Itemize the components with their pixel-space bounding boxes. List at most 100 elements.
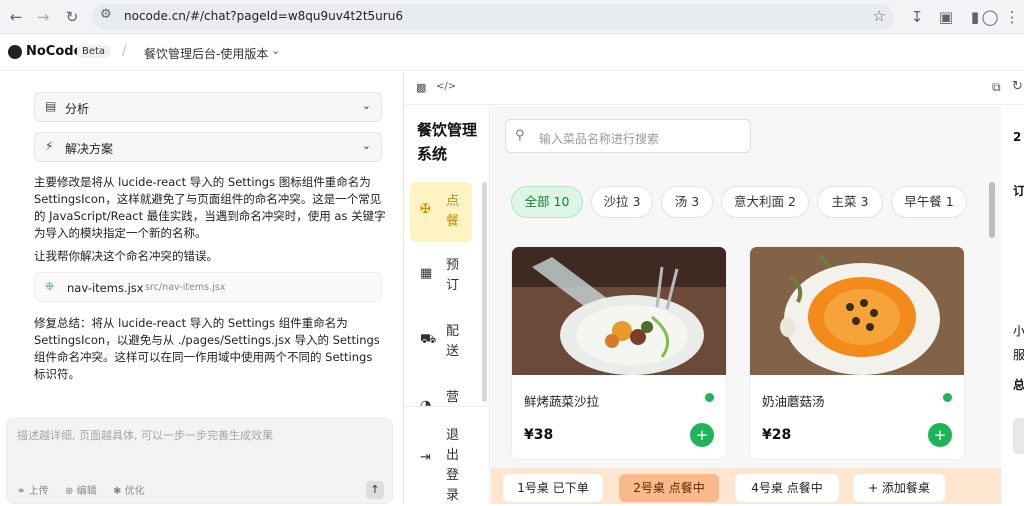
- file-path: src/nav-items.jsx: [145, 282, 226, 293]
- browser-toolbar: ← → ↻ ⚙ nocode.cn/#/chat?pageId=w8qu9uv4…: [0, 0, 1024, 34]
- send-button[interactable]: ↑: [366, 481, 384, 499]
- logout-icon: ⇥: [420, 450, 431, 465]
- nav-item-delivery[interactable]: ⛟ 配送: [410, 312, 472, 372]
- salad-photo: [512, 247, 726, 375]
- chevron-down-icon[interactable]: ⌄: [271, 44, 280, 57]
- reload-icon[interactable]: ↻: [62, 7, 82, 27]
- soup-photo: [750, 247, 964, 375]
- project-title[interactable]: 餐饮管理后台-使用版本: [144, 45, 268, 62]
- bookmark-star-icon[interactable]: ☆: [873, 7, 886, 25]
- dish-search-input[interactable]: ⚲ 输入菜品名称进行搜索: [505, 119, 751, 153]
- beta-badge: Beta: [77, 45, 111, 58]
- menu-icon[interactable]: ⋮: [1002, 7, 1022, 27]
- breadcrumb-separator: /: [122, 44, 127, 59]
- system-name: 餐饮管理系统: [417, 121, 478, 163]
- category-soup[interactable]: 汤 3: [661, 186, 713, 218]
- table-chip[interactable]: 1号桌 已下单: [503, 474, 603, 502]
- preview-toolbar: ▩ </> ⧉ ↻: [404, 72, 1024, 105]
- edit-button[interactable]: ⊕ 编辑: [65, 482, 97, 497]
- order-panel-text: 总: [1013, 378, 1024, 392]
- brand-name: NoCode: [26, 44, 83, 59]
- edit-label: 编辑: [76, 486, 97, 497]
- chat-composer[interactable]: 描述越详细, 页面越具体, 可以一步一步完善生成效果 ⚭ 上传 ⊕ 编辑 ✱ 优…: [6, 418, 393, 504]
- nocode-logo-icon: [8, 45, 22, 59]
- app-sidebar: 餐饮管理系统 ✠ 点餐 ▦ 预订 ⛟ 配送 ◔ 营业 ⇥ 退出登录: [404, 106, 490, 504]
- clipboard-icon: ▤: [45, 99, 57, 113]
- preview-mode-icon[interactable]: ▩: [416, 81, 426, 94]
- category-pasta[interactable]: 意大利面 2: [721, 186, 809, 218]
- code-mode-icon[interactable]: </>: [436, 81, 456, 92]
- back-icon[interactable]: ←: [6, 7, 26, 27]
- download-icon[interactable]: ↧: [907, 7, 927, 27]
- truck-icon: ⛟: [420, 332, 437, 347]
- calendar-icon: ▦: [420, 266, 433, 281]
- nav-label: 配送: [446, 324, 460, 359]
- category-salad[interactable]: 沙拉 3: [591, 186, 653, 218]
- refresh-icon[interactable]: ↻: [1012, 79, 1023, 94]
- file-gear-icon: ❉: [45, 280, 55, 293]
- zap-icon: ⚡: [45, 139, 54, 153]
- message-paragraph: 让我帮你解决这个命名冲突的错误。: [34, 249, 218, 263]
- order-panel-text: 小: [1013, 324, 1024, 338]
- table-chip[interactable]: 4号桌 点餐中: [735, 474, 839, 502]
- add-to-order-button[interactable]: +: [690, 423, 714, 447]
- upload-label: 上传: [28, 486, 49, 497]
- chevron-down-icon: ⌄: [361, 139, 371, 152]
- nav-item-business[interactable]: ◔ 营业: [410, 378, 472, 406]
- accordion-label: 解决方案: [65, 142, 114, 156]
- checkout-button-edge[interactable]: [1013, 418, 1024, 454]
- app-header: NoCode Beta / 餐饮管理后台-使用版本 ⌄: [0, 35, 1024, 71]
- file-name: nav-items.jsx: [67, 281, 144, 295]
- nav-label: 预订: [446, 258, 460, 293]
- preview-panel: ▩ </> ⧉ ↻ 餐饮管理系统 ✠ 点餐 ▦ 预订 ⛟ 配送 ◔ 营业 ⇥ 退…: [403, 72, 1024, 504]
- dish-card[interactable]: 奶油蘑菇汤 ¥28 +: [749, 246, 965, 460]
- upload-button[interactable]: ⚭ 上传: [17, 482, 49, 497]
- utensils-icon: ✠: [420, 202, 431, 217]
- category-all[interactable]: 全部 10: [511, 186, 583, 218]
- order-panel-edge: 2 订 小 服 总: [1001, 106, 1024, 504]
- logout-button[interactable]: ⇥ 退出登录: [410, 424, 472, 503]
- chart-icon: ◔: [420, 398, 432, 406]
- paperclip-icon: ⚭: [17, 486, 26, 497]
- address-bar[interactable]: ⚙ nocode.cn/#/chat?pageId=w8qu9uv4t2t5ur…: [92, 4, 894, 30]
- nav-item-reserve[interactable]: ▦ 预订: [410, 246, 472, 306]
- order-panel-text: 订: [1013, 184, 1024, 198]
- profile-icon[interactable]: ◯: [980, 7, 1000, 27]
- add-table-button[interactable]: + 添加餐桌: [853, 474, 945, 502]
- forward-icon[interactable]: →: [33, 7, 53, 27]
- search-icon: ⚲: [515, 128, 525, 143]
- optimize-button[interactable]: ✱ 优化: [113, 482, 145, 497]
- sparkle-icon: ✱: [113, 486, 122, 497]
- nav-item-order[interactable]: ✠ 点餐: [410, 182, 472, 242]
- available-indicator: [705, 393, 714, 402]
- divider: [404, 406, 490, 407]
- order-main: ⚲ 输入菜品名称进行搜索 全部 10 沙拉 3 汤 3 意大利面 2 主菜 3 …: [491, 106, 1001, 504]
- dish-name: 鲜烤蔬菜沙拉: [524, 394, 600, 409]
- accordion-solution[interactable]: ⚡ 解决方案 ⌄: [34, 132, 382, 162]
- message-paragraph: 修复总结：将从 lucide-react 导入的 Settings 组件重命名为…: [34, 316, 380, 381]
- dish-price: ¥38: [524, 427, 554, 443]
- dish-price: ¥28: [762, 427, 792, 443]
- site-settings-icon[interactable]: ⚙: [100, 7, 112, 22]
- file-card[interactable]: ❉ nav-items.jsx src/nav-items.jsx: [34, 272, 382, 302]
- nav-label: 点餐: [446, 194, 460, 229]
- category-brunch[interactable]: 早午餐 1: [891, 186, 967, 218]
- chat-panel: ▤ 分析 ⌄ ⚡ 解决方案 ⌄ 主要修改是将从 lucide-react 导入的…: [0, 72, 403, 504]
- table-chip-active[interactable]: 2号桌 点餐中: [619, 474, 719, 502]
- chevron-down-icon: ⌄: [361, 99, 371, 112]
- order-panel-text: 服: [1013, 348, 1024, 362]
- available-indicator: [943, 393, 952, 402]
- sidebar-scrollbar[interactable]: [482, 182, 487, 402]
- message-paragraph: 主要修改是将从 lucide-react 导入的 Settings 图标组件重命…: [34, 175, 386, 240]
- category-main[interactable]: 主菜 3: [817, 186, 883, 218]
- edit-icon: ⊕: [65, 486, 74, 497]
- add-to-order-button[interactable]: +: [928, 423, 952, 447]
- extensions-icon[interactable]: ▣: [936, 7, 956, 27]
- copy-icon[interactable]: ⧉: [992, 80, 1001, 95]
- main-scrollbar[interactable]: [989, 182, 995, 238]
- dish-card[interactable]: 鲜烤蔬菜沙拉 ¥38 +: [511, 246, 727, 460]
- accordion-analysis[interactable]: ▤ 分析 ⌄: [34, 92, 382, 122]
- table-bar: 1号桌 已下单 2号桌 点餐中 4号桌 点餐中 + 添加餐桌: [491, 468, 1001, 504]
- optimize-label: 优化: [124, 486, 145, 497]
- url-text: nocode.cn/#/chat?pageId=w8qu9uv4t2t5uru6: [124, 9, 403, 23]
